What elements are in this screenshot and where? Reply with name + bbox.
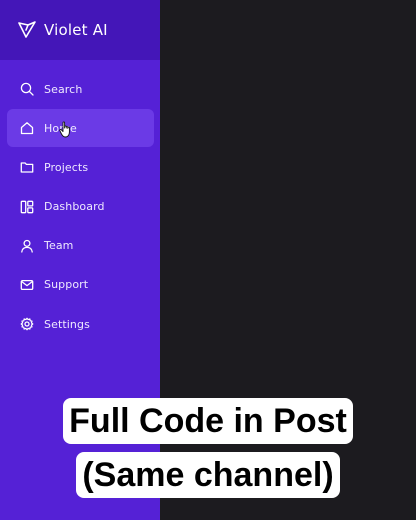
sidebar-item-support[interactable]: Support bbox=[7, 266, 154, 304]
caption-overlay: Full Code in Post bbox=[38, 398, 378, 444]
sidebar-item-label: Settings bbox=[44, 317, 90, 331]
home-icon bbox=[20, 122, 34, 135]
search-icon bbox=[20, 82, 34, 96]
sidebar-item-label: Search bbox=[44, 82, 83, 96]
sidebar-item-label: Dashboard bbox=[44, 200, 105, 214]
hand-pointer-cursor-icon bbox=[59, 121, 70, 138]
sidebar-item-dashboard[interactable]: Dashboard bbox=[7, 188, 154, 226]
sidebar-item-label: Team bbox=[44, 239, 74, 253]
sidebar-item-label: Projects bbox=[44, 160, 89, 174]
mail-icon bbox=[20, 279, 34, 290]
sidebar-nav: Search Home Projects Dashboard Team Supp… bbox=[0, 70, 160, 344]
violet-logo-icon bbox=[18, 21, 36, 38]
sidebar-item-projects[interactable]: Projects bbox=[7, 148, 154, 186]
caption-line-2: (Same channel) bbox=[76, 452, 340, 498]
folder-icon bbox=[20, 162, 34, 174]
brand-header[interactable]: Violet AI bbox=[0, 0, 160, 60]
sidebar-item-team[interactable]: Team bbox=[7, 227, 154, 265]
caption-line-1: Full Code in Post bbox=[63, 398, 353, 444]
brand-name: Violet AI bbox=[44, 21, 108, 39]
sidebar-item-label: Support bbox=[44, 278, 89, 292]
sidebar-item-settings[interactable]: Settings bbox=[7, 305, 154, 343]
dashboard-icon bbox=[20, 200, 34, 213]
gear-icon bbox=[20, 317, 34, 331]
sidebar-item-home[interactable]: Home bbox=[7, 109, 154, 148]
caption-overlay-2: (Same channel) bbox=[38, 452, 378, 498]
sidebar-item-search[interactable]: Search bbox=[7, 70, 154, 108]
user-icon bbox=[21, 239, 33, 253]
app-window: Violet AI Search Home Projects Dashboard… bbox=[0, 0, 416, 520]
